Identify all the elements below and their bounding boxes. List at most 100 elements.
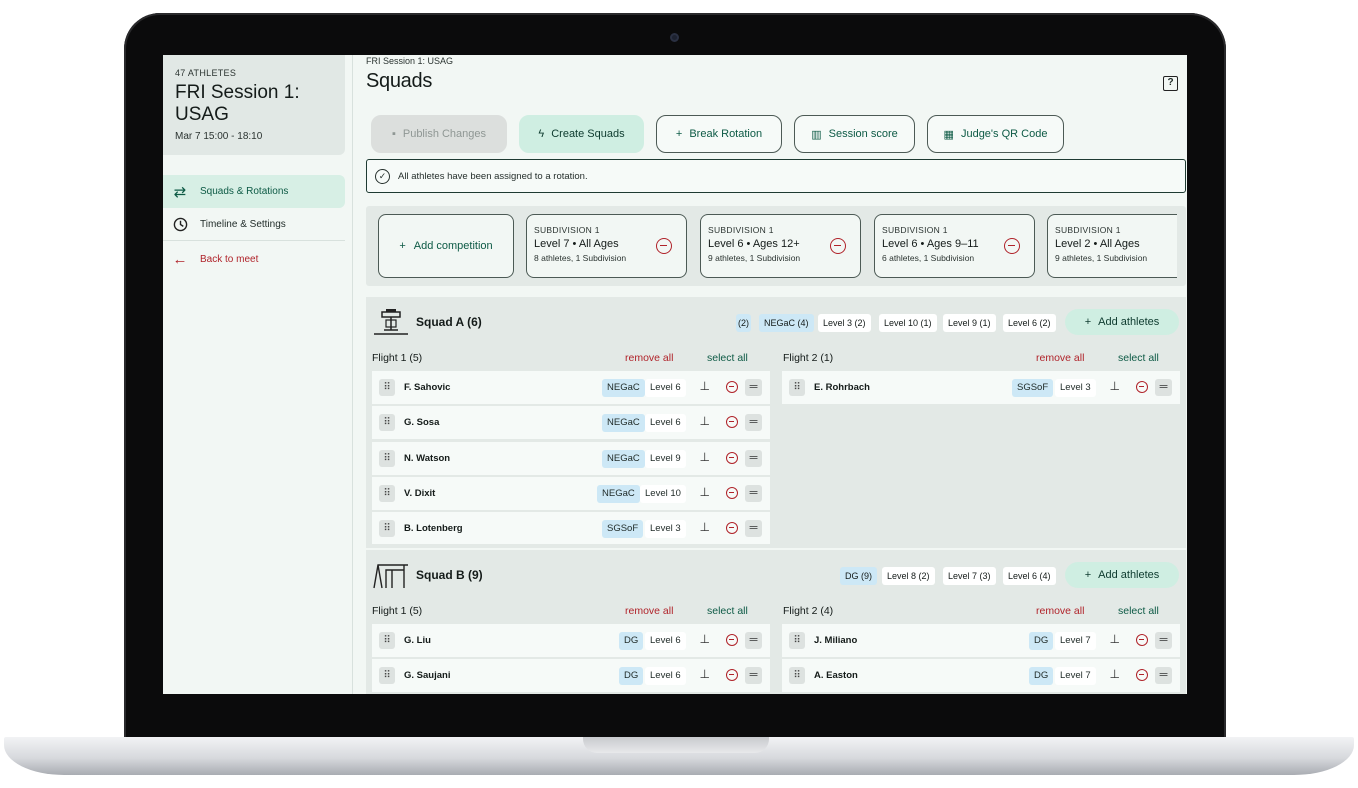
help-icon[interactable]: ?	[1163, 76, 1178, 91]
filter-chip[interactable]: Level 6 (2)	[1003, 314, 1056, 332]
drag-handle-icon[interactable]: ⠿	[789, 632, 805, 649]
subdivision-label: SUBDIVISION 1	[882, 225, 948, 235]
filter-chip[interactable]: Level 3 (2)	[818, 314, 871, 332]
athlete-row[interactable]: ⠿ G. Saujani DG Level 6 ⊥ ═	[372, 659, 770, 692]
filter-chip[interactable]: Level 8 (2)	[882, 567, 935, 585]
competition-card[interactable]: SUBDIVISION 1 Level 6 • Ages 12+ 9 athle…	[700, 214, 861, 278]
remove-competition-icon[interactable]	[1004, 238, 1020, 254]
pin-icon[interactable]: ⊥	[700, 632, 710, 646]
remove-athlete-icon[interactable]	[726, 416, 738, 428]
club-badge: NEGaC	[602, 414, 645, 432]
remove-athlete-icon[interactable]	[726, 669, 738, 681]
menu-icon[interactable]: ═	[1155, 667, 1172, 684]
arrow-left-icon: ←	[172, 251, 188, 268]
publish-changes-button[interactable]: ▪ Publish Changes	[371, 115, 507, 153]
menu-icon[interactable]: ═	[1155, 379, 1172, 396]
menu-icon[interactable]: ═	[745, 667, 762, 684]
athlete-name: B. Lotenberg	[404, 523, 463, 534]
filter-chip[interactable]: Level 6 (4)	[1003, 567, 1056, 585]
athlete-row[interactable]: ⠿ V. Dixit NEGaC Level 10 ⊥ ═	[372, 477, 770, 510]
pin-icon[interactable]: ⊥	[700, 379, 710, 393]
competition-card[interactable]: SUBDIVISION 1 Level 6 • Ages 9–11 6 athl…	[874, 214, 1035, 278]
pin-icon[interactable]: ⊥	[700, 667, 710, 681]
remove-athlete-icon[interactable]	[726, 634, 738, 646]
status-alert: ✓ All athletes have been assigned to a r…	[366, 159, 1186, 193]
pin-icon[interactable]: ⊥	[700, 520, 710, 534]
menu-icon[interactable]: ═	[745, 379, 762, 396]
menu-icon[interactable]: ═	[1155, 632, 1172, 649]
parallel-bars-icon	[373, 564, 408, 589]
sidebar: 47 ATHLETES FRI Session 1: USAG Mar 7 15…	[163, 55, 353, 694]
remove-competition-icon[interactable]	[656, 238, 672, 254]
session-score-button[interactable]: ▥ Session score	[794, 115, 915, 153]
button-label: Create Squads	[551, 128, 625, 140]
remove-athlete-icon[interactable]	[1136, 381, 1148, 393]
plus-icon: +	[675, 128, 683, 140]
drag-handle-icon[interactable]: ⠿	[789, 667, 805, 684]
drag-handle-icon[interactable]: ⠿	[379, 632, 395, 649]
drag-handle-icon[interactable]: ⠿	[379, 379, 395, 396]
filter-chip[interactable]: DG (9)	[840, 567, 877, 585]
drag-handle-icon[interactable]: ⠿	[379, 667, 395, 684]
nav-squads-rotations[interactable]: ⇄ Squads & Rotations	[163, 175, 345, 208]
remove-all-link[interactable]: remove all	[1036, 352, 1084, 364]
remove-athlete-icon[interactable]	[726, 522, 738, 534]
drag-handle-icon[interactable]: ⠿	[379, 414, 395, 431]
add-competition-button[interactable]: + Add competition	[378, 214, 514, 278]
drag-handle-icon[interactable]: ⠿	[789, 379, 805, 396]
menu-icon[interactable]: ═	[745, 632, 762, 649]
menu-icon[interactable]: ═	[745, 414, 762, 431]
remove-athlete-icon[interactable]	[1136, 634, 1148, 646]
filter-chip[interactable]: Level 10 (1)	[879, 314, 937, 332]
nav-back-to-meet[interactable]: ← Back to meet	[163, 243, 345, 276]
pin-icon[interactable]: ⊥	[1110, 667, 1120, 681]
select-all-link[interactable]: select all	[707, 605, 748, 617]
filter-chip[interactable]: Level 9 (1)	[943, 314, 996, 332]
button-label: Judge's QR Code	[960, 128, 1048, 140]
pin-icon[interactable]: ⊥	[700, 485, 710, 499]
qr-icon: ▦	[943, 128, 954, 141]
menu-icon[interactable]: ═	[745, 450, 762, 467]
athlete-row[interactable]: ⠿ G. Sosa NEGaC Level 6 ⊥ ═	[372, 406, 770, 439]
remove-competition-icon[interactable]	[830, 238, 846, 254]
filter-chip[interactable]: (2)	[736, 314, 751, 332]
remove-all-link[interactable]: remove all	[625, 352, 673, 364]
menu-icon[interactable]: ═	[745, 485, 762, 502]
drag-handle-icon[interactable]: ⠿	[379, 450, 395, 467]
competition-card[interactable]: SUBDIVISION 1 Level 2 • All Ages 9 athle…	[1047, 214, 1177, 278]
drag-handle-icon[interactable]: ⠿	[379, 520, 395, 537]
remove-all-link[interactable]: remove all	[1036, 605, 1084, 617]
remove-athlete-icon[interactable]	[1136, 669, 1148, 681]
athlete-row[interactable]: ⠿ G. Liu DG Level 6 ⊥ ═	[372, 624, 770, 657]
pin-icon[interactable]: ⊥	[700, 414, 710, 428]
create-squads-button[interactable]: ϟ Create Squads	[519, 115, 644, 153]
select-all-link[interactable]: select all	[707, 352, 748, 364]
judges-qr-code-button[interactable]: ▦ Judge's QR Code	[927, 115, 1064, 153]
athlete-row[interactable]: ⠿ F. Sahovic NEGaC Level 6 ⊥ ═	[372, 371, 770, 404]
athlete-row[interactable]: ⠿ A. Easton DG Level 7 ⊥ ═	[782, 659, 1180, 692]
athlete-row[interactable]: ⠿ N. Watson NEGaC Level 9 ⊥ ═	[372, 442, 770, 475]
break-rotation-button[interactable]: + Break Rotation	[656, 115, 782, 153]
select-all-link[interactable]: select all	[1118, 605, 1159, 617]
competition-card[interactable]: SUBDIVISION 1 Level 7 • All Ages 8 athle…	[526, 214, 687, 278]
athlete-row[interactable]: ⠿ J. Miliano DG Level 7 ⊥ ═	[782, 624, 1180, 657]
nav-timeline-settings[interactable]: Timeline & Settings	[163, 208, 345, 241]
remove-athlete-icon[interactable]	[726, 381, 738, 393]
add-athletes-button[interactable]: + Add athletes	[1065, 309, 1179, 335]
athlete-row[interactable]: ⠿ E. Rohrbach SGSoF Level 3 ⊥ ═	[782, 371, 1180, 404]
add-athletes-button[interactable]: + Add athletes	[1065, 562, 1179, 588]
drag-handle-icon[interactable]: ⠿	[379, 485, 395, 502]
squad-name: Squad A (6)	[416, 315, 482, 329]
remove-all-link[interactable]: remove all	[625, 605, 673, 617]
remove-athlete-icon[interactable]	[726, 452, 738, 464]
filter-chip[interactable]: NEGaC (4)	[759, 314, 814, 332]
filter-chip[interactable]: Level 7 (3)	[943, 567, 996, 585]
remove-athlete-icon[interactable]	[726, 487, 738, 499]
club-badge: NEGaC	[602, 379, 645, 397]
select-all-link[interactable]: select all	[1118, 352, 1159, 364]
pin-icon[interactable]: ⊥	[700, 450, 710, 464]
pin-icon[interactable]: ⊥	[1110, 632, 1120, 646]
pin-icon[interactable]: ⊥	[1110, 379, 1120, 393]
menu-icon[interactable]: ═	[745, 520, 762, 537]
athlete-row[interactable]: ⠿ B. Lotenberg SGSoF Level 3 ⊥ ═	[372, 512, 770, 544]
